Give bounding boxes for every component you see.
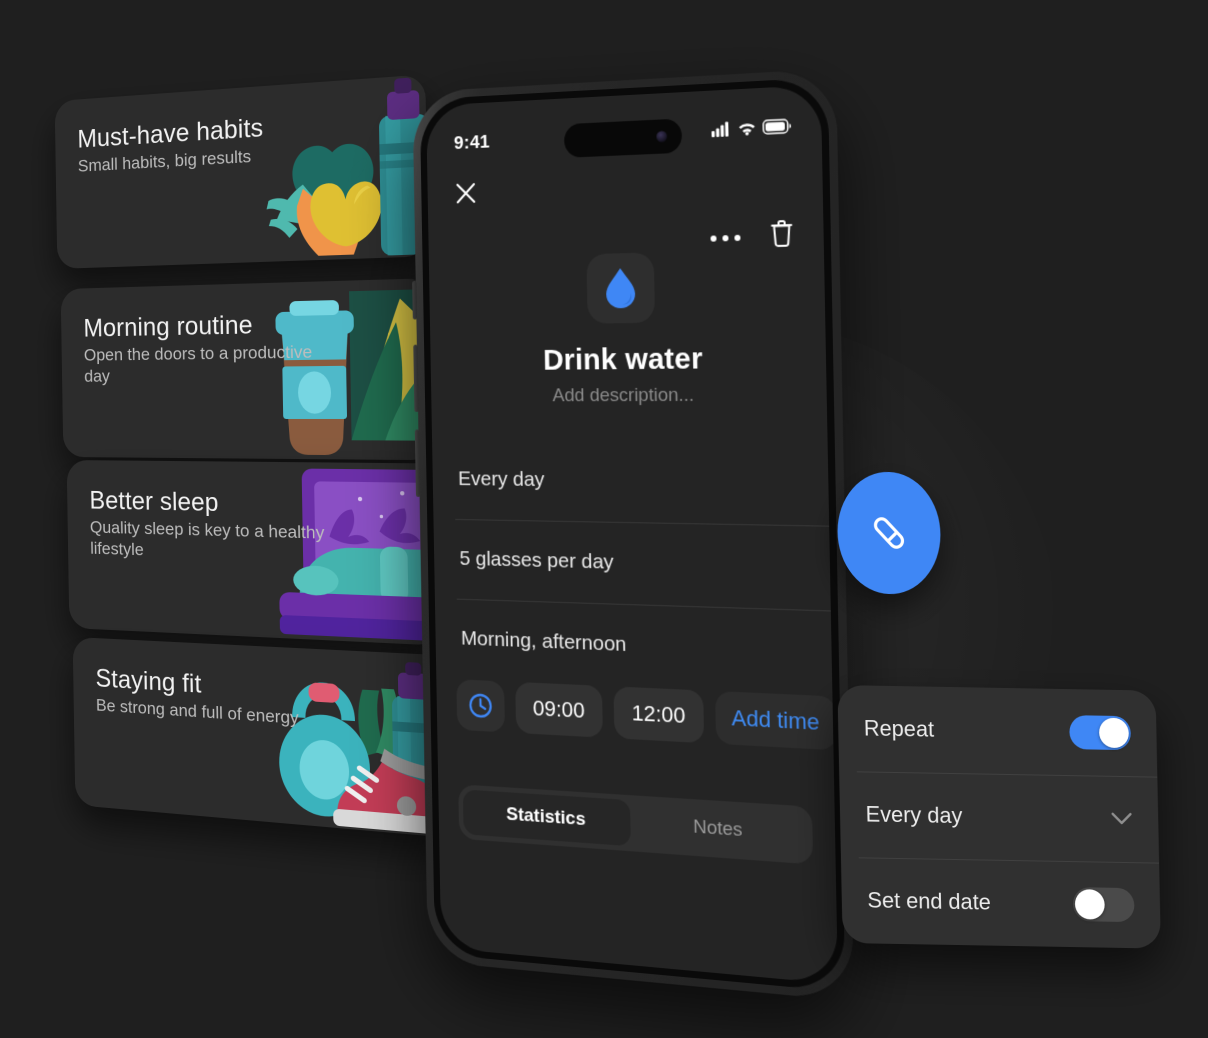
habit-category-card[interactable]: Morning routine Open the doors to a prod…	[61, 278, 435, 460]
clock-icon	[467, 691, 493, 720]
habit-title: Drink water	[430, 341, 826, 379]
water-drop-icon	[603, 266, 638, 311]
detail-tab-bar: Statistics Notes	[458, 784, 813, 864]
battery-icon	[762, 118, 791, 140]
card-subtitle: Quality sleep is key to a healthy lifest…	[90, 517, 336, 566]
phone-screen: 9:41 Drink water Add description... Ever…	[426, 85, 838, 985]
habit-category-card[interactable]: Must-have habits Small habits, big resul…	[55, 74, 429, 269]
chevron-down-icon[interactable]	[1111, 806, 1133, 832]
reminder-time-chip[interactable]: 12:00	[613, 686, 704, 743]
status-bar-icons	[711, 118, 791, 142]
panel-row-repeat[interactable]: Repeat	[837, 685, 1157, 777]
reminder-time-chip[interactable]: 09:00	[515, 682, 603, 738]
habit-description-placeholder[interactable]: Add description...	[431, 384, 827, 407]
habit-icon-container	[586, 252, 655, 323]
trash-icon	[768, 218, 795, 250]
delete-habit-button[interactable]	[768, 218, 795, 255]
habit-category-card-stack: Must-have habits Small habits, big resul…	[0, 0, 470, 1038]
panel-row-set-end-date[interactable]: Set end date	[841, 857, 1161, 949]
scene-root: Must-have habits Small habits, big resul…	[0, 0, 1208, 1038]
card-subtitle: Open the doors to a productive day	[84, 342, 330, 388]
add-time-button[interactable]: Add time	[715, 691, 836, 750]
phone-body: 9:41 Drink water Add description... Ever…	[412, 68, 854, 1001]
panel-row-frequency[interactable]: Every day	[839, 771, 1159, 863]
habit-category-card[interactable]: Better sleep Quality sleep is key to a h…	[67, 460, 442, 646]
set-end-date-toggle[interactable]	[1073, 887, 1135, 922]
panel-row-label: Set end date	[867, 887, 991, 915]
panel-row-label: Repeat	[864, 715, 935, 742]
panel-row-label: Every day	[865, 801, 962, 829]
habit-detail-rows: Every day 5 glasses per day Morning, aft…	[432, 439, 832, 695]
more-options-icon	[710, 235, 716, 241]
status-bar-time: 9:41	[454, 132, 490, 155]
card-text-block: Morning routine Open the doors to a prod…	[83, 309, 330, 388]
habit-detail-row-frequency[interactable]: Every day	[432, 439, 829, 525]
reminder-times-row: 09:00 12:00 Add time	[456, 679, 833, 750]
repeat-toggle[interactable]	[1069, 715, 1131, 750]
vegetables-bottle-icon	[244, 74, 428, 262]
tab-notes[interactable]: Notes	[630, 800, 808, 859]
more-options-icon	[722, 235, 728, 241]
more-options-icon	[734, 234, 740, 240]
card-title: Better sleep	[89, 486, 335, 519]
card-text-block: Better sleep Quality sleep is key to a h…	[89, 486, 336, 567]
more-options-button[interactable]	[710, 234, 740, 241]
close-button[interactable]	[453, 179, 479, 207]
toggle-knob	[1075, 889, 1105, 920]
cellular-signal-icon	[711, 121, 731, 142]
tab-statistics[interactable]: Statistics	[463, 789, 631, 846]
habit-category-card[interactable]: Staying fit Be strong and full of energy	[73, 637, 448, 838]
habit-detail-view: Drink water Add description... Every day…	[426, 85, 838, 985]
habit-detail-row-goal[interactable]: 5 glasses per day	[433, 519, 830, 611]
wifi-icon	[737, 120, 756, 141]
close-icon	[453, 179, 479, 207]
repeat-settings-panel: Repeat Every day Set end date	[837, 685, 1161, 949]
clock-button[interactable]	[456, 679, 505, 732]
phone-mute-switch[interactable]	[412, 281, 417, 320]
toggle-knob	[1099, 718, 1129, 749]
detail-actions	[710, 218, 795, 256]
card-title: Morning routine	[83, 309, 329, 343]
pencil-edit-icon	[867, 509, 912, 557]
